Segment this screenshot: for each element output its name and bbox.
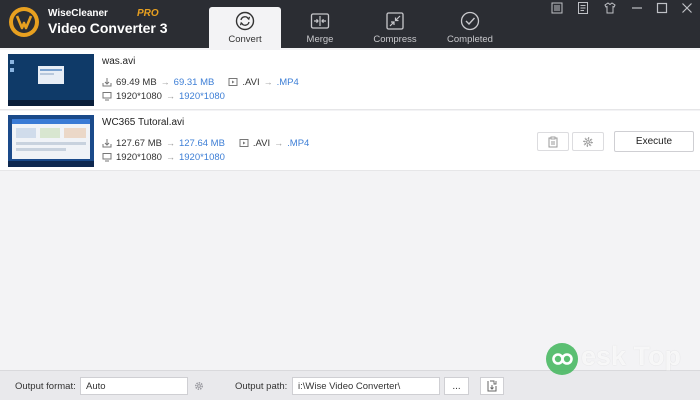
minimize-button[interactable] — [630, 1, 644, 15]
menu-button[interactable] — [550, 1, 564, 15]
resolution-icon — [102, 92, 112, 101]
format-new: .MP4 — [276, 76, 299, 88]
maximize-icon — [656, 2, 668, 14]
brand-pro-badge: PRO — [137, 8, 159, 19]
size-new: 127.64 MB — [178, 137, 225, 149]
res-new: 1920*1080 — [178, 90, 225, 102]
output-path-label: Output path: — [235, 381, 288, 392]
output-path-field[interactable] — [292, 377, 440, 395]
format-new: .MP4 — [287, 137, 310, 149]
close-button[interactable] — [680, 1, 694, 15]
size-old: 69.49 MB — [116, 76, 157, 88]
output-format-field[interactable] — [80, 377, 188, 395]
size-new: 69.31 MB — [173, 76, 215, 88]
arrow-icon: → — [274, 138, 284, 148]
file-info-line: 127.67 MB → 127.64 MB .AVI → .MP4 — [102, 137, 309, 149]
feedback-button[interactable] — [576, 1, 590, 15]
arrow-icon: → — [165, 91, 175, 101]
list-item[interactable]: was.avi 69.49 MB → 69.31 MB .AVI → .MP4 … — [0, 50, 700, 110]
arrow-icon: → — [263, 77, 273, 87]
browse-button[interactable]: ... — [444, 377, 469, 395]
output-format-label: Output format: — [15, 381, 76, 392]
menu-icon — [551, 2, 563, 14]
gear-icon — [583, 136, 593, 147]
clipboard-icon — [548, 136, 558, 147]
video-thumbnail — [8, 115, 94, 167]
tab-label-merge: Merge — [306, 34, 334, 45]
save-icon — [487, 380, 497, 392]
close-icon — [682, 3, 692, 13]
watermark-text: esk Top — [581, 341, 682, 371]
compress-icon — [386, 12, 404, 30]
arrow-icon: → — [160, 77, 170, 87]
maximize-button[interactable] — [655, 1, 669, 15]
format-old: .AVI — [242, 76, 260, 88]
arrow-icon: → — [165, 152, 175, 162]
file-name: WC365 Tutoral.avi — [102, 117, 185, 128]
settings-button[interactable] — [572, 132, 604, 151]
video-thumbnail — [8, 54, 94, 106]
res-old: 1920*1080 — [116, 90, 162, 102]
skin-button[interactable] — [603, 1, 617, 15]
file-name: was.avi — [102, 56, 136, 67]
tab-compress[interactable]: Compress — [359, 7, 431, 48]
skin-icon — [604, 2, 616, 14]
tab-convert[interactable]: Convert — [209, 7, 281, 48]
tab-label-compress: Compress — [373, 34, 417, 45]
app-title: Video Converter 3 — [48, 20, 168, 36]
tab-completed[interactable]: Completed — [434, 7, 506, 48]
clipboard-button[interactable] — [537, 132, 569, 151]
execute-button[interactable]: Execute — [614, 131, 694, 152]
size-old: 127.67 MB — [116, 137, 162, 149]
file-size-icon — [102, 139, 112, 148]
format-old: .AVI — [252, 137, 271, 149]
format-icon — [239, 139, 249, 147]
res-old: 1920*1080 — [116, 151, 162, 163]
merge-icon — [310, 13, 330, 29]
feedback-icon — [578, 2, 588, 14]
tab-label-convert: Convert — [228, 34, 262, 45]
completed-icon — [460, 11, 480, 31]
watermark-logo-icon — [546, 343, 578, 375]
format-settings-icon[interactable] — [193, 380, 205, 392]
file-list: was.avi 69.49 MB → 69.31 MB .AVI → .MP4 … — [0, 48, 700, 370]
list-item[interactable]: WC365 Tutoral.avi 127.67 MB → 127.64 MB … — [0, 111, 700, 171]
title-bar: WiseCleaner PRO Video Converter 3 Conver… — [0, 0, 700, 48]
tab-merge[interactable]: Merge — [284, 7, 356, 48]
tab-label-completed: Completed — [447, 34, 493, 45]
minimize-icon — [632, 7, 642, 9]
file-resolution-line: 1920*1080 → 1920*1080 — [102, 151, 225, 163]
file-resolution-line: 1920*1080 → 1920*1080 — [102, 90, 225, 102]
file-info-line: 69.49 MB → 69.31 MB .AVI → .MP4 — [102, 76, 299, 88]
app-logo-icon — [9, 7, 39, 37]
convert-icon — [235, 11, 255, 31]
save-button[interactable] — [480, 377, 504, 395]
brand-top: WiseCleaner — [48, 8, 108, 19]
res-new: 1920*1080 — [178, 151, 225, 163]
file-size-icon — [102, 78, 112, 87]
format-icon — [228, 78, 238, 86]
arrow-icon: → — [165, 138, 175, 148]
resolution-icon — [102, 153, 112, 162]
watermark: esk Top — [545, 337, 695, 381]
